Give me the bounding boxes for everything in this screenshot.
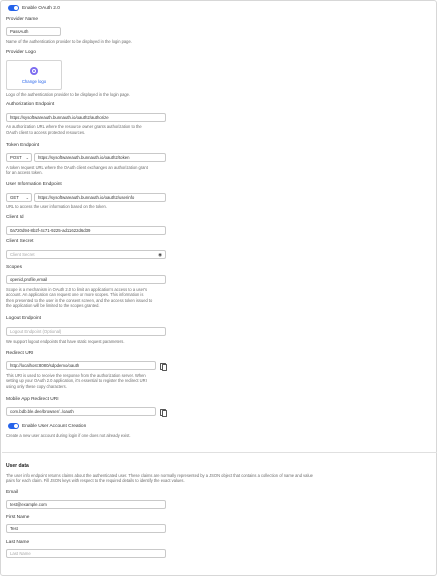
enable-user-creation-help: Create a new user account during login i… xyxy=(6,432,131,438)
email-input[interactable]: test@example.com xyxy=(6,499,166,509)
client-secret-value: Client Secret xyxy=(10,252,35,257)
provider-name-input[interactable]: PassAuth xyxy=(6,27,61,36)
eye-icon[interactable]: ◉ xyxy=(158,251,162,258)
scopes-help-4: the application will be limited to the s… xyxy=(6,303,100,308)
authorization-endpoint-help-1: An authorization URL where the resource … xyxy=(6,124,142,129)
user-info-method-value: GET xyxy=(10,194,19,200)
authorization-endpoint-input[interactable]: https://sysoftwareauth.bunnauth.io/oauth… xyxy=(6,113,166,122)
provider-name-help: Name of the authentication provider to b… xyxy=(6,38,132,44)
token-endpoint-label: Token Endpoint xyxy=(6,142,40,148)
last-name-input[interactable]: Last Name xyxy=(6,548,166,558)
provider-name-label: Provider Name xyxy=(6,17,38,22)
token-method-value: POST xyxy=(10,155,22,160)
authorization-endpoint-help-2: OAuth client to access protected resourc… xyxy=(6,129,86,135)
enable-oauth-label: Enable OAuth 2.0 xyxy=(22,5,60,11)
provider-logo-box[interactable]: Change logo xyxy=(6,60,62,90)
scopes-input[interactable]: openid,profile,email xyxy=(6,275,166,284)
redirect-uri-help-2: setting up your OAuth 2.0 application, i… xyxy=(6,378,147,383)
scopes-help-1: Scope is a mechanism in OAuth 2.0 to lim… xyxy=(6,286,148,292)
last-name-label: Last Name xyxy=(6,539,30,545)
chevron-down-icon: ⌄ xyxy=(25,155,29,160)
scopes-help-2: account. An application can request one … xyxy=(6,292,144,297)
client-id-label: Client Id xyxy=(6,215,24,220)
client-secret-input[interactable]: Client Secret ◉ xyxy=(6,250,166,259)
redirect-uri-help-1: This URI is used to receive the response… xyxy=(6,372,146,378)
user-info-method-select[interactable]: GET ⌄ xyxy=(6,192,32,202)
token-endpoint-input[interactable]: https://sysoftwareauth.bunnauth.io/oauth… xyxy=(34,153,166,162)
token-method-select[interactable]: POST ⌄ xyxy=(6,153,32,162)
enable-user-creation-label: Enable User Account Creation xyxy=(22,423,87,429)
token-endpoint-help-1: A token request URL where the OAuth clie… xyxy=(6,164,148,170)
mobile-redirect-uri-input: com.bdb.ble.dee/browser/../oauth xyxy=(6,407,156,416)
user-info-endpoint-help: URL to access the user information based… xyxy=(6,203,107,209)
section-divider xyxy=(2,452,437,453)
logout-endpoint-input[interactable]: Logout Endpoint (Optional) xyxy=(6,326,166,336)
client-secret-label: Client Secret xyxy=(6,239,34,244)
provider-logo-help: Logo of the authentication provider to b… xyxy=(6,91,131,97)
logout-endpoint-help: We support logout endpoints that have st… xyxy=(6,338,125,344)
redirect-uri-help-3: using only these copy characters. xyxy=(6,383,67,389)
user-info-endpoint-input[interactable]: https://sysoftwareauth.bunnauth.io/oauth… xyxy=(34,192,166,202)
logout-endpoint-label: Logout Endpoint xyxy=(6,316,41,321)
user-data-help-2: pairs for each claim. Fill JSON keys wit… xyxy=(6,478,185,483)
copy-icon[interactable] xyxy=(159,408,167,417)
scopes-help-3: then presented to the user in the consen… xyxy=(6,297,153,303)
enable-user-creation-toggle[interactable] xyxy=(8,423,19,429)
first-name-label: First Name xyxy=(6,514,30,520)
copy-icon[interactable] xyxy=(159,362,167,371)
authorization-endpoint-label: Authorization Endpoint xyxy=(6,102,55,107)
user-info-endpoint-label: User Information Endpoint xyxy=(6,182,62,187)
email-label: Email xyxy=(6,489,18,495)
first-name-input[interactable]: Test xyxy=(6,524,166,533)
redirect-uri-input: http://localhost:8080/sdpdemo/oauth xyxy=(6,361,156,370)
scopes-label: Scopes xyxy=(6,265,22,270)
provider-logo-icon xyxy=(30,67,38,75)
chevron-down-icon: ⌄ xyxy=(25,194,29,200)
settings-panel: Enable OAuth 2.0 Provider Name PassAuth … xyxy=(0,0,437,576)
mobile-redirect-uri-label: Mobile App Redirect URI xyxy=(6,397,59,402)
change-logo-link[interactable]: Change logo xyxy=(7,79,61,84)
enable-oauth-toggle[interactable] xyxy=(8,5,19,11)
user-data-title: User data xyxy=(6,463,29,469)
redirect-uri-label: Redirect URI xyxy=(6,350,34,356)
user-data-help-1: The user info endpoint returns claims ab… xyxy=(6,472,313,478)
token-endpoint-help-2: for an access token. xyxy=(6,170,43,175)
client-id-input[interactable]: 0a720d94-8b2f-4c71-9225-ad11622d6d39 xyxy=(6,225,166,235)
provider-logo-label: Provider Logo xyxy=(6,49,36,55)
